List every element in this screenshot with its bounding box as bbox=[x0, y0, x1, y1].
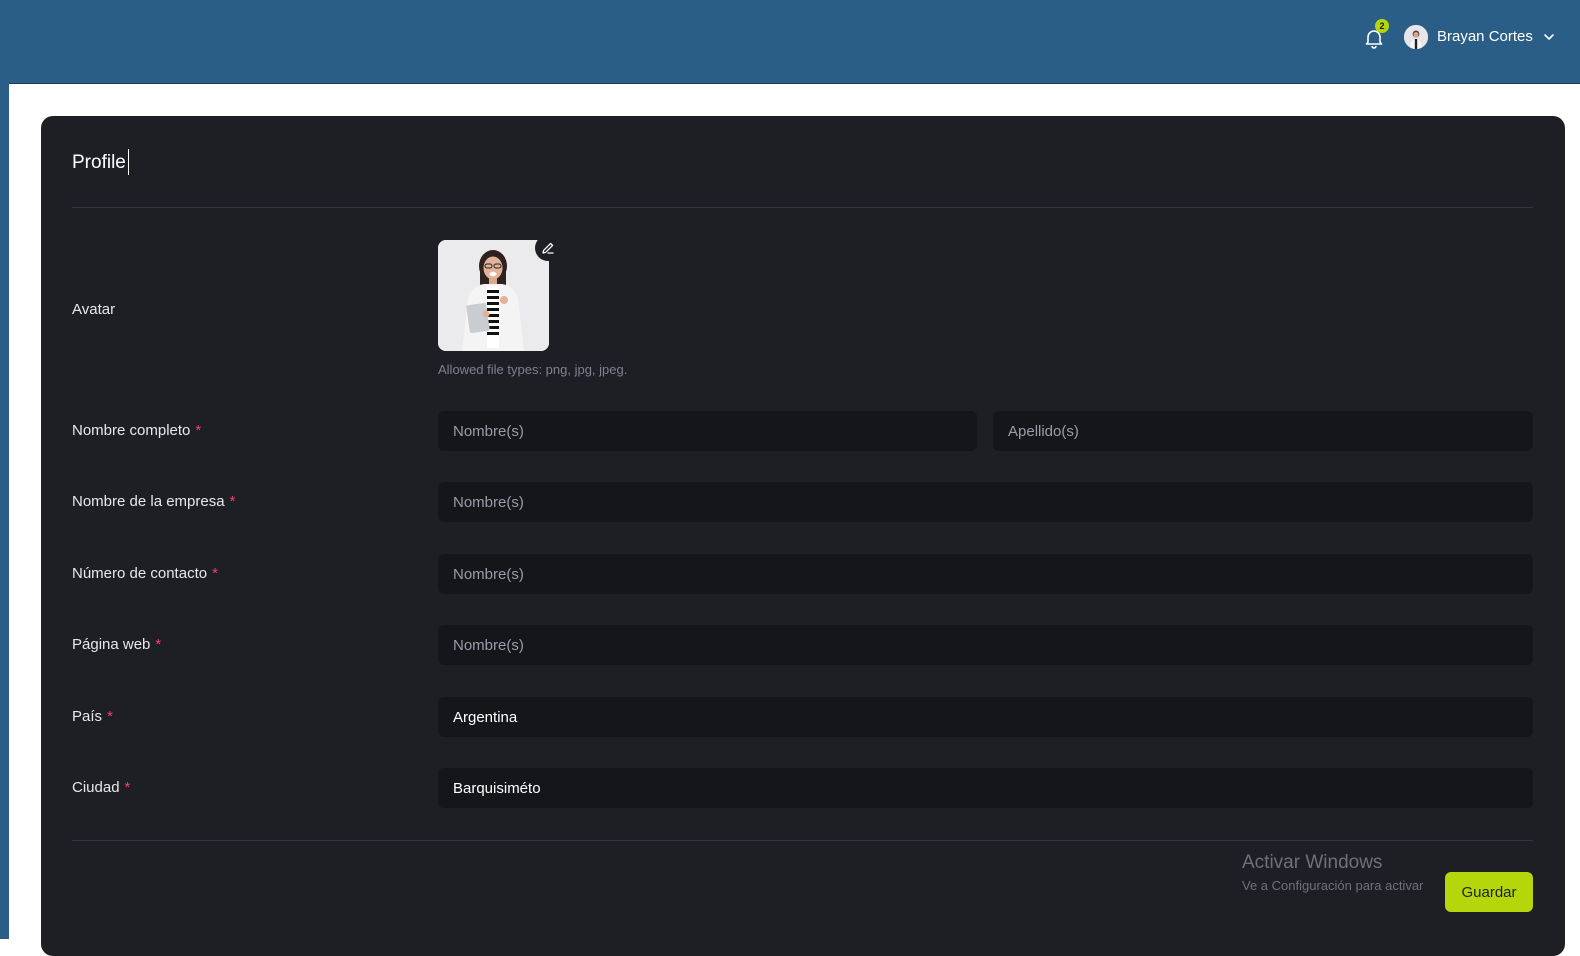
last-name-input[interactable] bbox=[993, 411, 1533, 451]
user-avatar[interactable] bbox=[1404, 25, 1428, 49]
required-mark: * bbox=[195, 422, 202, 439]
first-name-input[interactable] bbox=[438, 411, 977, 451]
notification-count-badge: 2 bbox=[1375, 19, 1389, 33]
company-label: Nombre de la empresa * bbox=[72, 493, 235, 511]
windows-activation-title: Activar Windows bbox=[1242, 852, 1383, 873]
avatar-edit-button[interactable] bbox=[535, 235, 561, 261]
text-cursor bbox=[128, 149, 129, 175]
website-label-text: Página web bbox=[72, 636, 151, 653]
card-title: Profile bbox=[72, 152, 126, 173]
city-input[interactable] bbox=[438, 768, 1533, 808]
company-label-text: Nombre de la empresa bbox=[72, 493, 225, 510]
country-label-text: País bbox=[72, 708, 103, 725]
required-mark: * bbox=[212, 565, 218, 582]
full-name-label: Nombre completo * bbox=[72, 422, 201, 440]
avatar-image[interactable] bbox=[438, 240, 549, 351]
phone-input[interactable] bbox=[438, 554, 1533, 594]
save-button[interactable]: Guardar bbox=[1445, 872, 1533, 912]
navbar-divider bbox=[9, 83, 1580, 84]
required-mark: * bbox=[107, 708, 113, 725]
sidebar-strip bbox=[0, 84, 9, 939]
header-divider bbox=[72, 207, 1533, 208]
city-label-text: Ciudad bbox=[72, 779, 120, 796]
country-label: País * bbox=[72, 708, 113, 726]
phone-label-text: Número de contacto bbox=[72, 565, 208, 582]
website-input[interactable] bbox=[438, 625, 1533, 665]
required-mark: * bbox=[155, 636, 162, 653]
profile-card bbox=[41, 116, 1565, 956]
user-menu-name[interactable]: Brayan Cortes bbox=[1437, 28, 1533, 46]
city-label: Ciudad * bbox=[72, 779, 130, 797]
top-navbar bbox=[0, 0, 1580, 84]
country-input[interactable] bbox=[438, 697, 1533, 737]
avatar-label: Avatar bbox=[72, 301, 116, 318]
footer-divider bbox=[72, 840, 1533, 841]
windows-activation-subtitle: Ve a Configuración para activar bbox=[1242, 878, 1424, 893]
full-name-label-text: Nombre completo bbox=[72, 422, 191, 439]
avatar-file-types-hint: Allowed file types: png, jpg, jpeg. bbox=[438, 362, 628, 377]
required-mark: * bbox=[229, 493, 236, 510]
chevron-down-icon[interactable] bbox=[1542, 30, 1556, 44]
website-label: Página web * bbox=[72, 636, 161, 654]
pencil-icon bbox=[542, 242, 554, 254]
phone-label: Número de contacto * bbox=[72, 565, 218, 583]
company-input[interactable] bbox=[438, 482, 1533, 522]
required-mark: * bbox=[124, 779, 131, 796]
